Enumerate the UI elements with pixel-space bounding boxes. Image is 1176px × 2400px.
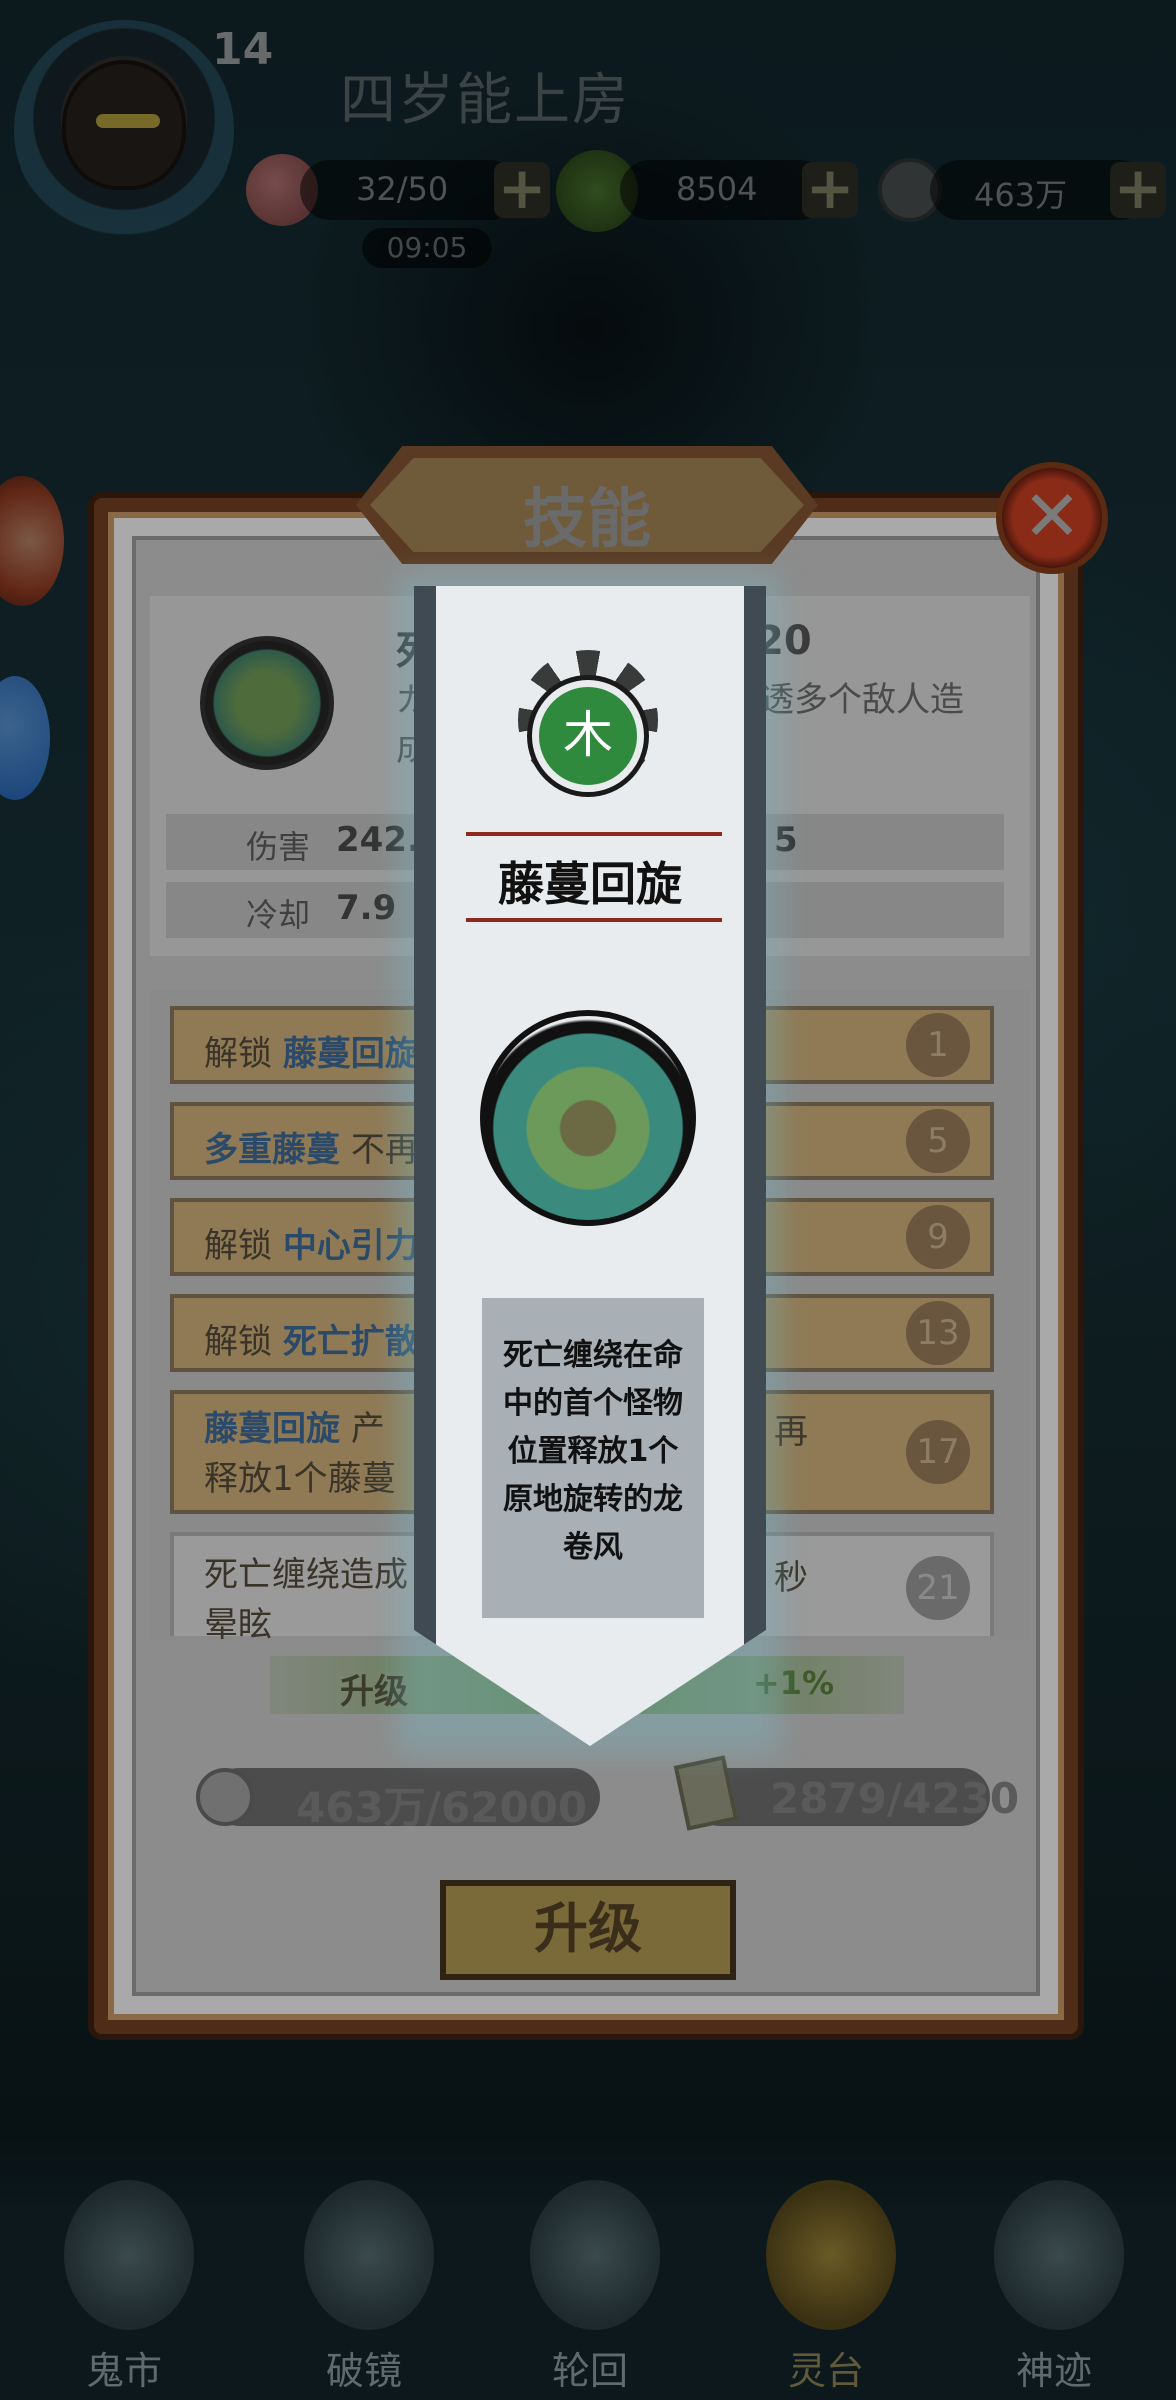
nav-item-spirit-platform[interactable]: 灵台 <box>726 2150 926 2400</box>
nav-label: 灵台 <box>787 2349 864 2393</box>
stat-value: 7.9 <box>336 888 397 928</box>
description-line: 死亡缠绕在命 <box>503 1338 683 1373</box>
mountain-icon <box>994 2180 1124 2330</box>
stat-label: 伤害 <box>246 828 311 866</box>
nav-item-miracle[interactable]: 神迹 <box>954 2150 1154 2400</box>
upgrade-rest: 产 <box>350 1409 385 1449</box>
nav-item-ghost-market[interactable]: 鬼市 <box>24 2150 224 2400</box>
skill-description-right: 透多个敌人造 <box>760 680 964 720</box>
upgrade-line2: 释放1个藤蔓 <box>204 1459 396 1499</box>
unlock-level-badge: 17 <box>906 1420 970 1484</box>
upgrade-text: 解锁 藤蔓回旋 <box>204 1026 419 1075</box>
ghost-market-icon <box>64 2180 194 2330</box>
coin-cost: 463万/62000 <box>210 1768 600 1832</box>
vine-skill-icon <box>200 636 334 770</box>
vine-whirl-icon <box>480 1010 696 1226</box>
nav-label: 破镜 <box>325 2349 402 2393</box>
unlock-level-badge: 1 <box>906 1013 970 1077</box>
upgrade-prefix: 解锁 <box>204 1034 272 1074</box>
description-line: 中的首个怪物 <box>503 1386 683 1421</box>
upgrade-text: 解锁 中心引力 <box>204 1218 419 1267</box>
nav-item-break-mirror[interactable]: 破镜 <box>264 2150 464 2400</box>
panel-title-plate: 技能 <box>356 446 818 564</box>
upgrade-keyword: 藤蔓回旋 <box>204 1409 340 1449</box>
description-line: 原地旋转的龙 <box>503 1482 683 1517</box>
unlock-level-badge: 13 <box>906 1301 970 1365</box>
mirror-icon <box>304 2180 434 2330</box>
upgrade-button[interactable]: 升级 <box>440 1880 736 1980</box>
gate-icon <box>766 2180 896 2330</box>
upgrade-rest: 死亡缠绕造成 <box>204 1555 408 1595</box>
popup-title: 藤蔓回旋 <box>498 857 682 911</box>
unlock-level-badge: 5 <box>906 1109 970 1173</box>
element-badge: 木 <box>532 680 644 792</box>
scroll-cost-value: 2879/4230 <box>770 1774 1020 1823</box>
nav-label: 轮回 <box>551 2349 628 2393</box>
unlock-level-badge: 9 <box>906 1205 970 1269</box>
close-button[interactable]: ✕ <box>996 462 1108 574</box>
upgrade-text: 解锁 死亡扩散 <box>204 1314 419 1363</box>
title-divider-top <box>466 832 722 836</box>
upgrade-text: 藤蔓回旋 产释放1个藤蔓 <box>204 1404 396 1504</box>
yin-yang-icon <box>530 2180 660 2330</box>
coin-cost-value: 463万/62000 <box>296 1783 588 1832</box>
title-divider-bottom <box>466 918 722 922</box>
nav-item-reincarnation[interactable]: 轮回 <box>490 2150 690 2400</box>
upgrade-text: 多重藤蔓 不再 <box>204 1122 419 1171</box>
stat-label: 冷却 <box>246 896 311 934</box>
nav-label: 鬼市 <box>85 2349 162 2393</box>
upgrade-keyword: 多重藤蔓 <box>204 1130 340 1170</box>
upgrade-text: 死亡缠绕造成 晕眩 <box>204 1550 408 1650</box>
nav-label: 神迹 <box>1015 2349 1092 2393</box>
panel-title: 技能 <box>523 483 651 557</box>
description-line: 卷风 <box>563 1530 623 1565</box>
unlock-level-badge: 21 <box>906 1556 970 1620</box>
popup-description: 死亡缠绕在命 中的首个怪物 位置释放1个 原地旋转的龙 卷风 <box>482 1332 704 1572</box>
upgrade-line2: 晕眩 <box>204 1605 272 1645</box>
upgrade-prefix: 解锁 <box>204 1322 272 1362</box>
description-line: 位置释放1个 <box>507 1434 679 1469</box>
upgrade-prefix: 解锁 <box>204 1226 272 1266</box>
coin-icon <box>196 1768 254 1826</box>
